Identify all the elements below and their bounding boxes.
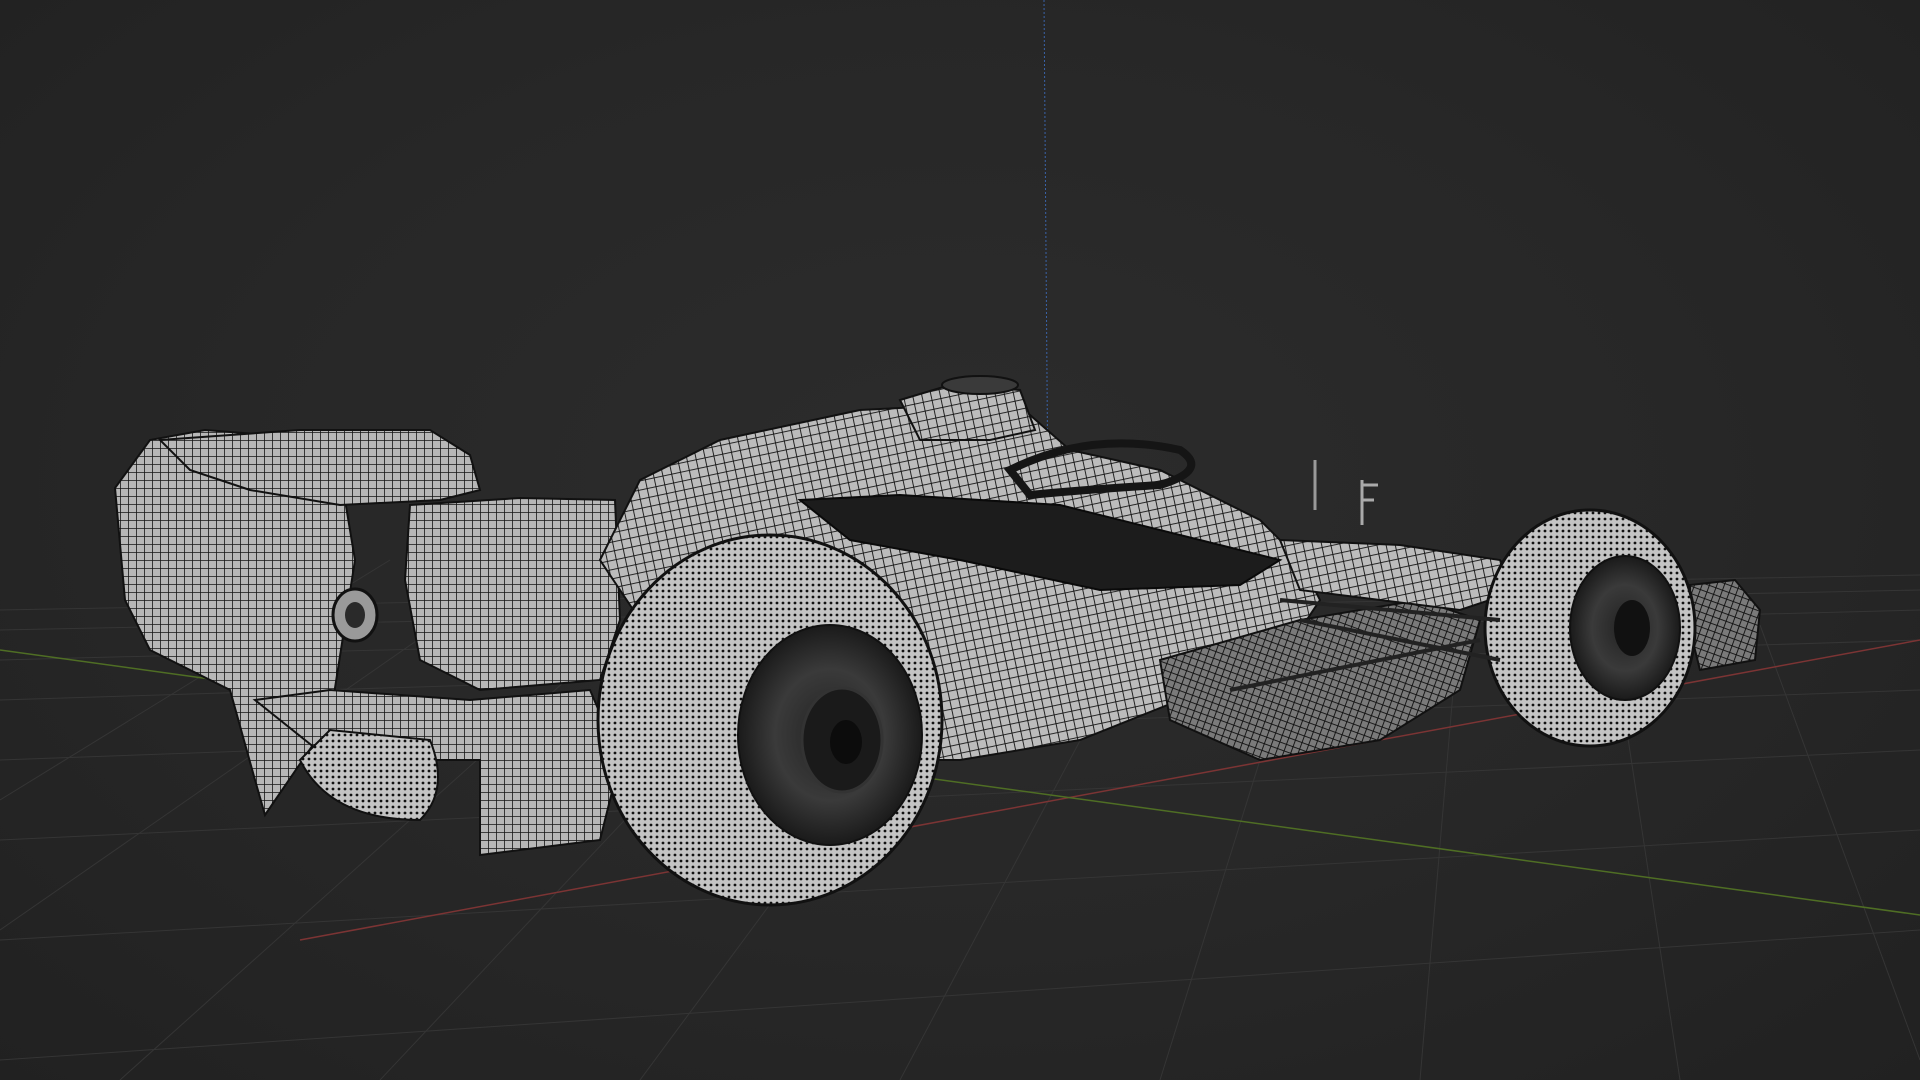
pitot xyxy=(1360,480,1378,525)
rear-left-tire xyxy=(298,728,439,822)
rear-wing-endplate-right xyxy=(403,496,622,692)
front-tire xyxy=(1483,508,1697,748)
3d-viewport[interactable] xyxy=(0,0,1920,1080)
rear-tire xyxy=(596,533,944,907)
formula-car-mesh xyxy=(113,375,1762,907)
viewport-canvas[interactable] xyxy=(0,0,1920,1080)
camera-pod xyxy=(941,375,1019,395)
